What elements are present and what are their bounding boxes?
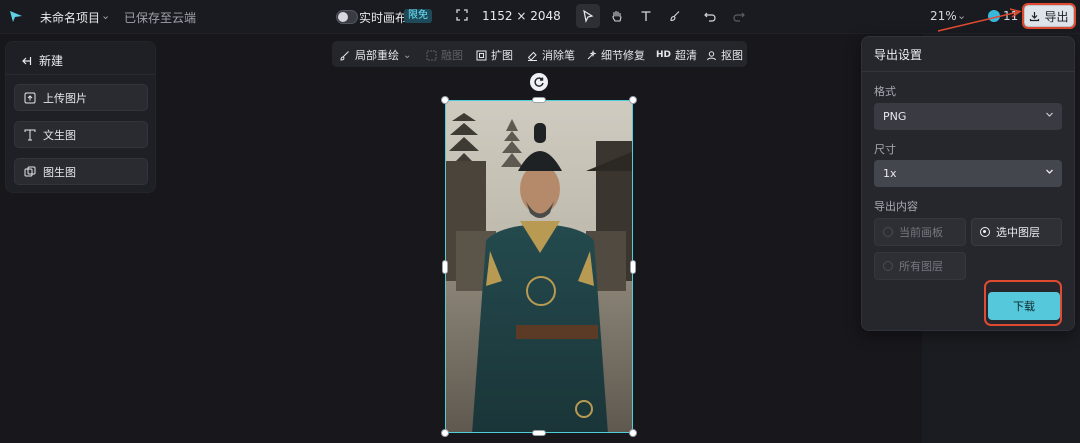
eraser-button[interactable]: 消除笔 bbox=[527, 47, 575, 63]
jimeng-logo-icon[interactable] bbox=[8, 8, 24, 24]
new-header: 新建 bbox=[20, 52, 63, 69]
chevron-down-icon bbox=[1045, 167, 1054, 179]
blend-button[interactable]: 融图 bbox=[426, 47, 463, 63]
resize-handle-right[interactable] bbox=[630, 260, 636, 274]
blend-icon bbox=[426, 50, 437, 60]
blend-label: 融图 bbox=[441, 49, 463, 62]
size-select[interactable]: 1x bbox=[874, 160, 1062, 187]
option-label: 当前画板 bbox=[899, 226, 943, 239]
annotation-highlight bbox=[984, 280, 1062, 326]
cutout-button[interactable]: 抠图 bbox=[706, 47, 743, 63]
export-settings-title: 导出设置 bbox=[874, 48, 923, 62]
hd-upscale-button[interactable]: HD 超清 bbox=[656, 47, 697, 63]
select-tool-icon[interactable] bbox=[576, 4, 600, 28]
radio-checked-icon bbox=[980, 227, 990, 237]
selected-image-layer[interactable] bbox=[445, 100, 633, 433]
option-selected-layer[interactable]: 选中图层 bbox=[971, 218, 1062, 246]
size-label: 尺寸 bbox=[874, 143, 896, 156]
format-value: PNG bbox=[883, 110, 907, 123]
upload-image-icon bbox=[24, 92, 36, 103]
portrait-image bbox=[446, 101, 632, 432]
option-label: 所有图层 bbox=[899, 260, 943, 273]
annotation-arrow bbox=[937, 8, 1022, 32]
option-label: 选中图层 bbox=[996, 226, 1040, 239]
resize-handle-bottom[interactable] bbox=[532, 430, 546, 436]
project-title[interactable]: 未命名项目 bbox=[40, 9, 100, 26]
upload-image-button[interactable]: 上传图片 bbox=[14, 84, 148, 111]
inpaint-button[interactable]: 局部重绘 ⌄ bbox=[340, 47, 411, 63]
realtime-canvas-label: 实时画布 bbox=[359, 11, 408, 25]
limited-free-badge: 限免 bbox=[404, 9, 432, 23]
expand-label: 扩图 bbox=[491, 49, 513, 62]
eraser-icon bbox=[527, 51, 537, 61]
image-to-image-button[interactable]: 图生图 bbox=[14, 158, 148, 185]
hand-tool-icon[interactable] bbox=[605, 4, 629, 28]
resize-handle-top-left[interactable] bbox=[441, 96, 449, 104]
redo-icon[interactable] bbox=[727, 4, 751, 28]
image-to-image-label: 图生图 bbox=[43, 165, 76, 179]
resize-handle-bottom-left[interactable] bbox=[441, 429, 449, 437]
text-to-image-label: 文生图 bbox=[43, 128, 76, 142]
image-edit-toolbar: 局部重绘 ⌄ 融图 扩图 消除笔 细节修复 HD 超清 抠图 bbox=[332, 41, 747, 67]
eraser-label: 消除笔 bbox=[542, 49, 575, 62]
inpaint-icon bbox=[340, 50, 349, 61]
detail-repair-label: 细节修复 bbox=[601, 49, 645, 62]
inpaint-label: 局部重绘 bbox=[355, 49, 399, 62]
export-content-label: 导出内容 bbox=[874, 200, 918, 213]
divider bbox=[862, 71, 1074, 72]
top-bar: 未命名项目 ⌄ 已保存至云端 实时画布 限免 1152 × 2048 21% ⌄… bbox=[0, 0, 1080, 34]
text-to-image-button[interactable]: 文生图 bbox=[14, 121, 148, 148]
expand-icon bbox=[476, 50, 487, 60]
resize-handle-top[interactable] bbox=[532, 97, 546, 103]
toggle-knob bbox=[338, 12, 348, 22]
cutout-label: 抠图 bbox=[721, 49, 743, 62]
new-label: 新建 bbox=[39, 54, 64, 68]
option-all-layers[interactable]: 所有图层 bbox=[874, 252, 966, 280]
chevron-down-icon[interactable]: ⌄ bbox=[101, 9, 110, 22]
canvas-dimensions[interactable]: 1152 × 2048 bbox=[482, 9, 561, 23]
detail-repair-icon bbox=[587, 49, 597, 59]
text-to-image-icon bbox=[24, 129, 36, 140]
option-current-artboard[interactable]: 当前画板 bbox=[874, 218, 966, 246]
size-value: 1x bbox=[883, 167, 897, 180]
detail-repair-button[interactable]: 细节修复 bbox=[586, 47, 645, 63]
save-status: 已保存至云端 bbox=[124, 11, 197, 25]
chevron-down-icon bbox=[1045, 110, 1054, 122]
resize-handle-bottom-right[interactable] bbox=[629, 429, 637, 437]
divider bbox=[6, 74, 155, 75]
format-select[interactable]: PNG bbox=[874, 103, 1062, 130]
radio-icon bbox=[883, 227, 893, 237]
image-to-image-icon bbox=[24, 166, 36, 176]
resize-handle-left[interactable] bbox=[442, 260, 448, 274]
format-label: 格式 bbox=[874, 85, 896, 98]
upload-image-label: 上传图片 bbox=[43, 91, 87, 105]
cutout-icon bbox=[707, 50, 716, 60]
resize-handle-top-right[interactable] bbox=[629, 96, 637, 104]
text-tool-icon[interactable] bbox=[634, 4, 658, 28]
collapse-left-icon[interactable] bbox=[20, 55, 32, 67]
hd-icon: HD bbox=[656, 50, 672, 60]
brush-tool-icon[interactable] bbox=[663, 4, 687, 28]
realtime-canvas-toggle[interactable] bbox=[336, 10, 358, 24]
rotate-icon[interactable] bbox=[530, 73, 548, 91]
create-panel: 新建 上传图片 文生图 图生图 bbox=[5, 41, 156, 193]
undo-icon[interactable] bbox=[698, 4, 722, 28]
resize-icon[interactable] bbox=[455, 8, 469, 22]
annotation-highlight bbox=[1022, 3, 1076, 29]
expand-button[interactable]: 扩图 bbox=[476, 47, 513, 63]
chevron-down-icon: ⌄ bbox=[403, 49, 412, 61]
radio-icon bbox=[883, 261, 893, 271]
hd-upscale-label: 超清 bbox=[675, 49, 698, 62]
